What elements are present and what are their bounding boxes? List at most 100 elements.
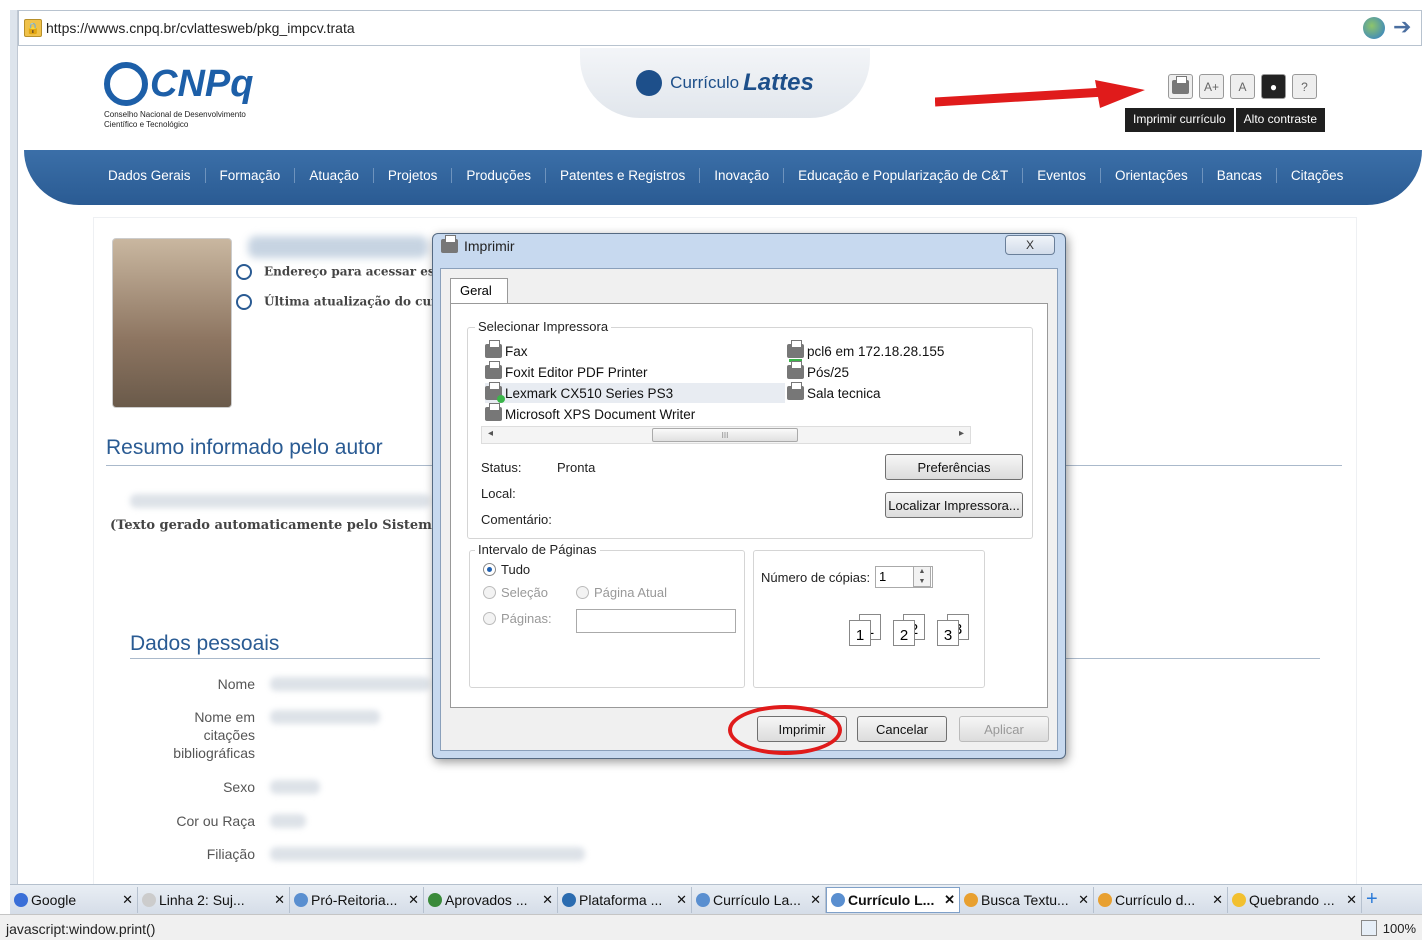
tab-close-icon[interactable]: ✕ [274,892,285,908]
collate-page-front: 3 [937,620,959,646]
tab-close-icon[interactable]: ✕ [122,892,133,908]
printer-item-lexmark[interactable]: Lexmark CX510 Series PS3 [485,382,785,403]
nav-item-inovacao[interactable]: Inovação [700,168,785,183]
zoom-control[interactable]: 100% [1360,920,1416,936]
radio-all[interactable]: Tudo [483,562,530,577]
pages-input[interactable] [576,609,736,633]
fax-icon [485,340,502,358]
update-line: Última atualização do currí [236,294,448,310]
browser-tab[interactable]: Currículo d... ✕ [1094,886,1228,913]
tab-close-icon[interactable]: ✕ [408,892,419,908]
cancel-button[interactable]: Cancelar [857,716,947,742]
preferences-button[interactable]: Preferências [885,454,1023,480]
update-label: Última atualização do currí [264,294,449,309]
scrollbar-thumb[interactable]: III [652,428,798,442]
printer-item-xps[interactable]: Microsoft XPS Document Writer [485,403,696,424]
apply-button[interactable]: Aplicar [959,716,1049,742]
browser-tab[interactable]: Pró-Reitoria... ✕ [290,886,424,913]
printer-list-scrollbar[interactable]: ◂ III ▸ [481,426,971,444]
printer-label: Microsoft XPS Document Writer [505,406,696,422]
browser-tab[interactable]: Currículo L... ✕ [826,886,960,913]
printer-item-pcl6[interactable]: pcl6 em 172.18.28.155 [787,340,944,362]
nav-item-educacao[interactable]: Educação e Popularização de C&T [784,168,1024,183]
nav-item-atuacao[interactable]: Atuação [295,168,374,183]
personal-data-title: Dados pessoais [130,632,280,655]
browser-tab[interactable]: Aprovados ... ✕ [424,886,558,913]
print-dialog: Imprimir X Geral Selecionar Impressora F… [432,233,1066,759]
tab-close-icon[interactable]: ✕ [810,892,821,908]
nav-item-citacoes[interactable]: Citações [1277,168,1358,183]
address-bar[interactable]: 🔒 https://wwws.cnpq.br/cvlattesweb/pkg_i… [18,10,1422,46]
page-range-label: Intervalo de Páginas [475,542,600,557]
profile-photo [112,238,232,408]
nav-item-orientacoes[interactable]: Orientações [1101,168,1203,183]
radio-current-page[interactable]: Página Atual [576,585,667,600]
tab-panel-geral: Selecionar Impressora Fax Foxit Editor P… [450,303,1048,708]
status-bar: javascript:window.print() 100% [0,914,1422,940]
printer-label: Lexmark CX510 Series PS3 [505,385,674,401]
browser-nav-right: ➔ [1363,16,1415,39]
printer-item-pos25[interactable]: Pós/25 [787,361,849,382]
tooltip-contrast: Alto contraste [1235,108,1326,132]
scroll-left-icon[interactable]: ◂ [488,428,493,439]
status-value: Pronta [557,460,596,475]
new-tab-button[interactable]: + [1362,887,1382,913]
nav-item-bancas[interactable]: Bancas [1203,168,1277,183]
dialog-close-button[interactable]: X [1005,235,1055,255]
browser-tab[interactable]: Quebrando ... ✕ [1228,886,1362,913]
printer-item-fax[interactable]: Fax [485,340,528,361]
go-arrow-icon[interactable]: ➔ [1393,16,1415,39]
accessibility-toolbar: A+ A ● ? [1168,74,1317,99]
tab-geral[interactable]: Geral [450,278,508,304]
find-printer-button[interactable]: Localizar Impressora... [885,492,1023,518]
browser-tab[interactable]: Currículo La... ✕ [692,886,826,913]
tab-label: Google [31,891,77,908]
tab-favicon-icon [294,892,308,907]
tab-close-icon[interactable]: ✕ [1078,892,1089,908]
cnpq-logo[interactable]: CNPq Conselho Nacional de Desenvolviment… [104,62,284,130]
tab-favicon-icon [428,892,442,907]
copies-spinner[interactable]: ▲ ▼ [913,566,931,587]
print-icon[interactable] [1168,74,1193,99]
cnpq-logo-text: CNPq [150,62,254,105]
font-increase-button[interactable]: A+ [1199,74,1224,99]
dialog-titlebar[interactable]: Imprimir [441,235,515,254]
font-normal-button[interactable]: A [1230,74,1255,99]
browser-tab[interactable]: Busca Textu... ✕ [960,886,1094,913]
nav-item-patentes[interactable]: Patentes e Registros [546,168,701,183]
nav-item-projetos[interactable]: Projetos [374,168,453,183]
nav-item-dados-gerais[interactable]: Dados Gerais [108,168,206,183]
tab-close-icon[interactable]: ✕ [676,892,687,908]
browser-tab[interactable]: Google ✕ [10,886,138,913]
help-button[interactable]: ? [1292,74,1317,99]
browser-tab[interactable]: Plataforma ... ✕ [558,886,692,913]
compatibility-view-icon[interactable] [1363,17,1385,39]
zoom-level[interactable]: 100% [1383,921,1416,936]
tab-close-icon[interactable]: ✕ [944,892,955,908]
lattes-header[interactable]: Currículo Lattes [580,48,870,118]
radio-selection-label: Seleção [501,585,548,600]
tab-close-icon[interactable]: ✕ [542,892,553,908]
nav-item-formacao[interactable]: Formação [206,168,296,183]
high-contrast-button[interactable]: ● [1261,74,1286,99]
address-line: Endereço para acessar este [236,264,448,280]
url-text[interactable]: https://wwws.cnpq.br/cvlattesweb/pkg_imp… [46,20,355,36]
browser-tab[interactable]: Linha 2: Suj... ✕ [138,886,290,913]
printer-item-foxit[interactable]: Foxit Editor PDF Printer [485,361,648,382]
scroll-right-icon[interactable]: ▸ [959,428,964,439]
tab-label: Pró-Reitoria... [311,891,398,908]
collate-page-front: 1 [849,620,871,646]
tab-close-icon[interactable]: ✕ [1346,892,1357,908]
collate-page-front: 2 [893,620,915,646]
radio-pages[interactable]: Páginas: [483,611,552,626]
printer-icon [485,403,502,421]
nav-item-eventos[interactable]: Eventos [1023,168,1101,183]
blurred-nome [270,677,430,691]
tab-favicon-icon [831,892,845,907]
tab-label: Quebrando ... [1249,891,1335,908]
nav-item-producoes[interactable]: Produções [452,168,546,183]
tab-favicon-icon [562,892,576,907]
radio-selection[interactable]: Seleção [483,585,548,600]
tab-close-icon[interactable]: ✕ [1212,892,1223,908]
printer-item-sala[interactable]: Sala tecnica [787,382,881,403]
